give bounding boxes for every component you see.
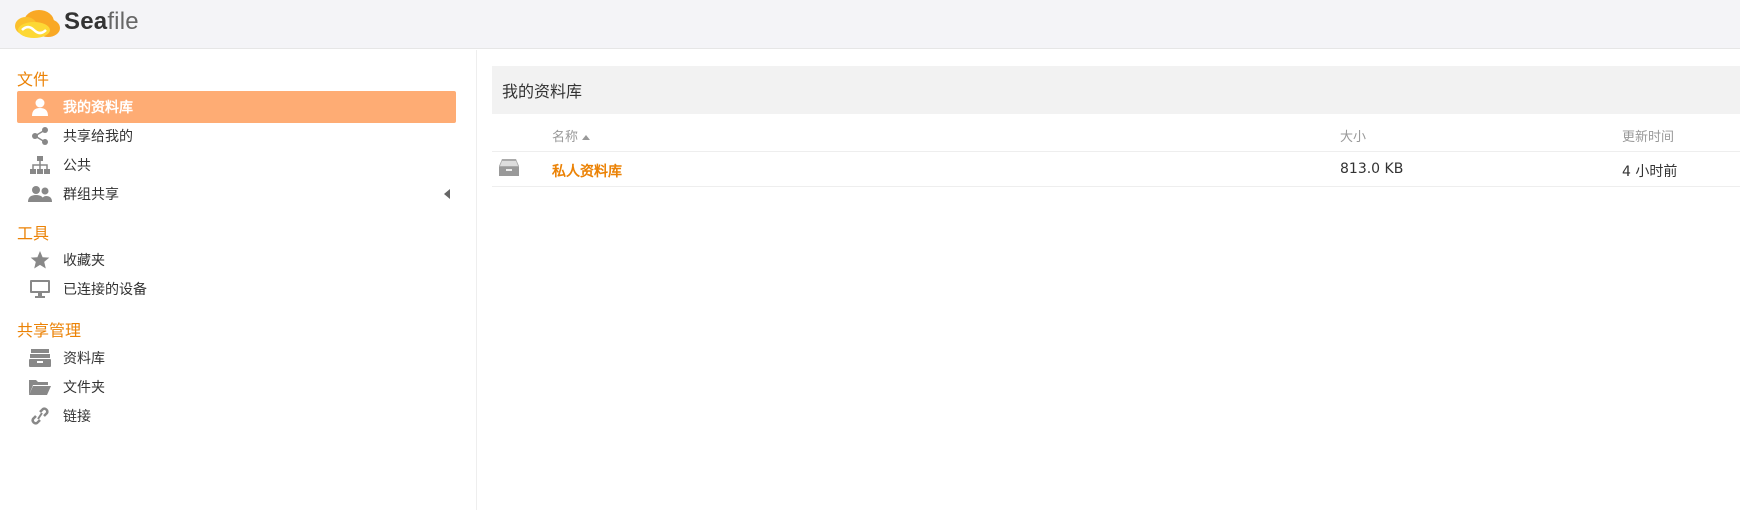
sidebar-item-share-folders[interactable]: 文件夹 [17,371,456,403]
sidebar-item-label: 资料库 [63,351,105,367]
sidebar-item-public[interactable]: 公共 [17,149,456,181]
users-icon [25,183,55,205]
sidebar-item-label: 群组共享 [63,187,119,203]
monitor-icon [25,278,55,300]
library-updated: 4 小时前 [1622,164,1678,180]
table-header: 名称 大小 更新时间 [492,114,1740,152]
column-header-name[interactable]: 名称 [552,126,591,145]
library-icon [25,347,55,369]
brand-name-bold: Sea [64,8,108,35]
share-icon [25,125,55,147]
library-name-link[interactable]: 私人资料库 [552,161,622,181]
page-title: 我的资料库 [492,66,1740,114]
sidebar-item-label: 我的资料库 [63,100,133,116]
caret-left-icon[interactable] [444,189,450,199]
link-icon [25,405,55,427]
sidebar-item-share-libraries[interactable]: 资料库 [17,342,456,374]
sidebar-item-shared-with-me[interactable]: 共享给我的 [17,120,456,152]
brand-name: Seafile [64,8,139,36]
column-header-size[interactable]: 大小 [1340,126,1366,145]
sidebar-item-my-libraries[interactable]: 我的资料库 [17,91,456,123]
table-row[interactable]: 私人资料库 813.0 KB 4 小时前 [492,152,1740,187]
sidebar-item-label: 收藏夹 [63,253,105,269]
user-icon [25,96,55,118]
sitemap-icon [25,154,55,176]
sidebar-item-label: 文件夹 [63,380,105,396]
folder-icon [25,376,55,398]
cloud-logo-icon [15,10,60,38]
sidebar-item-favorites[interactable]: 收藏夹 [17,244,456,276]
sidebar-item-label: 链接 [63,409,91,425]
sidebar-item-label: 公共 [63,158,91,174]
sidebar-item-label: 共享给我的 [63,129,133,145]
column-header-updated[interactable]: 更新时间 [1622,126,1674,145]
top-bar: Seafile [0,0,1740,49]
main-panel: 我的资料库 名称 大小 更新时间 私人资料库 813.0 KB 4 小时前 [492,66,1740,187]
private-library-icon [498,158,520,182]
sidebar-item-label: 已连接的设备 [63,282,147,298]
sidebar-item-share-links[interactable]: 链接 [17,400,456,432]
column-header-name-label: 名称 [552,130,579,145]
sidebar: 文件 我的资料库 共享给我的 公共 群组共享 工具 收藏夹 已连接的设备 共享管… [0,50,477,510]
library-table: 名称 大小 更新时间 私人资料库 813.0 KB 4 小时前 [492,114,1740,187]
section-title-tools: 工具 [17,224,50,243]
sidebar-item-group-shared[interactable]: 群组共享 [17,178,456,210]
brand-name-light: file [107,8,139,35]
sidebar-item-devices[interactable]: 已连接的设备 [17,273,456,305]
section-title-share-admin: 共享管理 [17,321,82,340]
sort-up-icon [582,135,591,140]
section-title-files: 文件 [17,70,50,89]
library-size: 813.0 KB [1340,161,1404,177]
seafile-logo[interactable]: Seafile [12,4,139,40]
star-icon [25,249,55,271]
